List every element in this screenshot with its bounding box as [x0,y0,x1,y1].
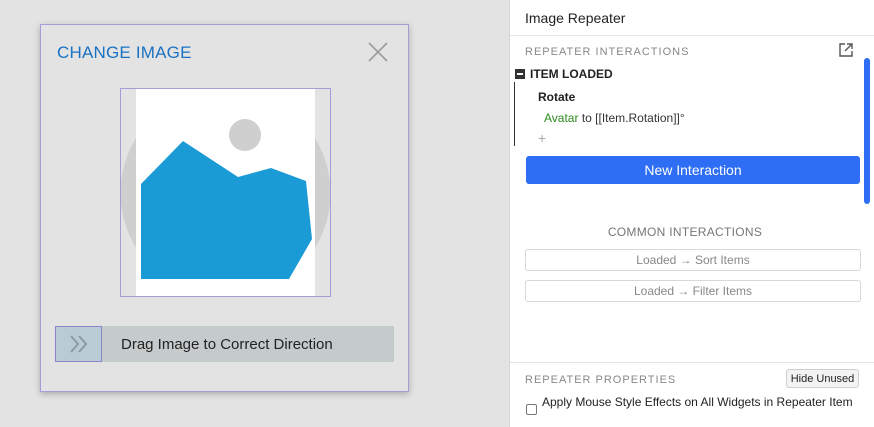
repeater-interactions-label: REPEATER INTERACTIONS [525,46,690,58]
open-external-icon[interactable] [838,42,854,58]
card-title: CHANGE IMAGE [57,43,192,62]
loaded-filter-items-button[interactable]: Loaded → Filter Items [525,280,861,302]
change-image-widget[interactable]: CHANGE IMAGE Drag Image to Correct Direc… [40,24,409,392]
mouse-style-checkbox[interactable] [526,404,537,415]
hide-unused-button[interactable]: Hide Unused [786,369,859,388]
drag-label: Drag Image to Correct Direction [121,336,333,353]
avatar-image[interactable] [120,88,331,297]
action-detail[interactable]: Avatar to [[Item.Rotation]]° [544,111,685,125]
loaded-sort-items-button[interactable]: Loaded → Sort Items [525,249,861,271]
repeater-properties-label: REPEATER PROPERTIES [525,374,677,386]
double-chevron-right-icon [69,335,87,353]
common-interactions-label: COMMON INTERACTIONS [607,225,763,239]
panel-header: Image Repeater [510,0,874,36]
tree-line [514,82,515,146]
scrollbar-thumb[interactable] [864,58,870,204]
action-target: Avatar [544,111,579,125]
new-interaction-button[interactable]: New Interaction [526,156,860,184]
drag-handle[interactable] [55,326,102,362]
design-canvas: CHANGE IMAGE Drag Image to Correct Direc… [0,0,509,427]
event-label: ITEM LOADED [530,67,613,81]
add-action-icon[interactable]: + [538,130,546,146]
mouse-style-checkbox-label[interactable]: Apply Mouse Style Effects on All Widgets… [542,395,860,410]
close-icon[interactable] [367,41,389,63]
properties-panel: Image Repeater REPEATER INTERACTIONS ITE… [509,0,874,427]
action-detail-text: to [[Item.Rotation]]° [581,111,685,125]
event-item-loaded[interactable]: ITEM LOADED [515,66,613,82]
image-placeholder-icon [121,89,330,296]
action-rotate[interactable]: Rotate [538,90,575,104]
collapse-icon[interactable] [515,69,525,79]
drag-track: Drag Image to Correct Direction [55,326,394,362]
panel-title: Image Repeater [525,10,626,26]
section-divider [510,362,874,363]
